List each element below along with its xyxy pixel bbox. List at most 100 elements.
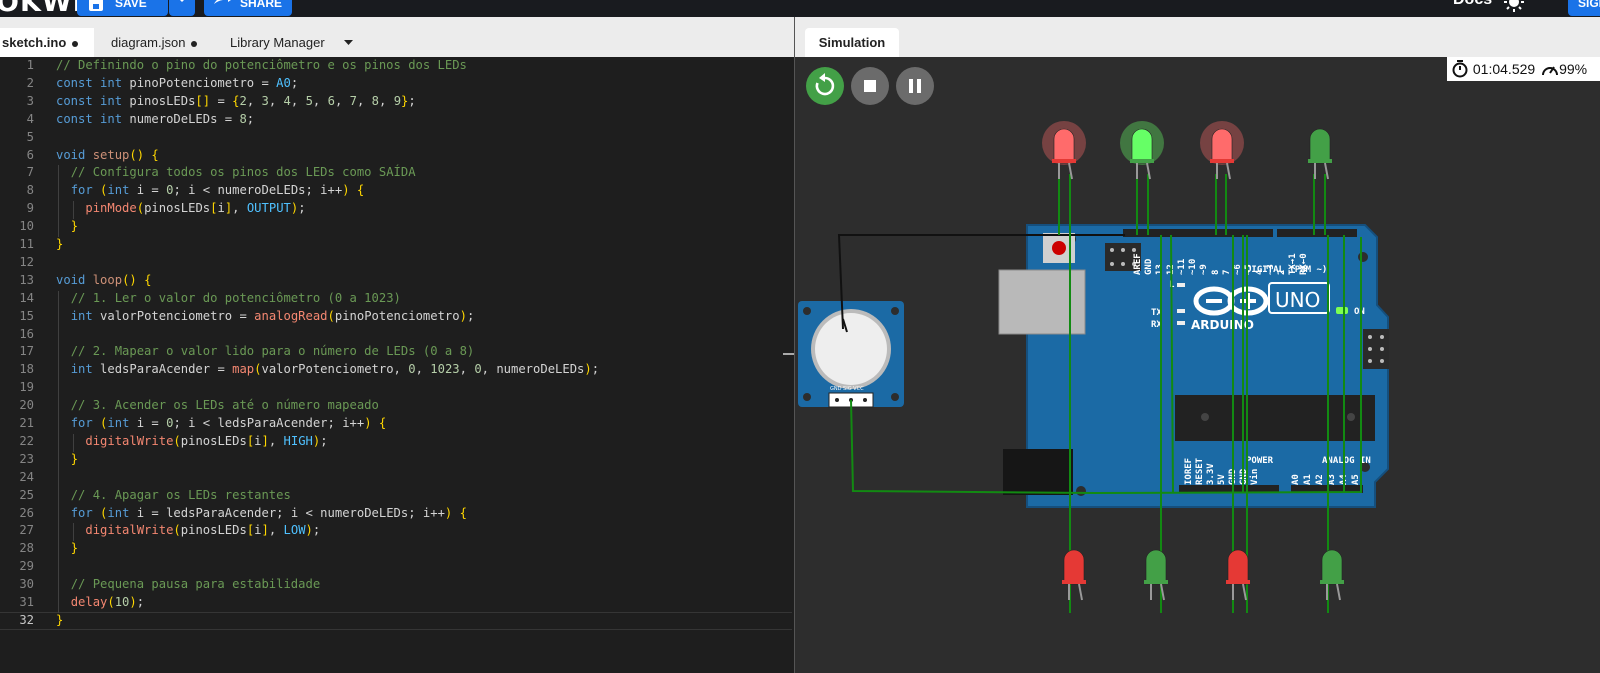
save-icon — [89, 0, 103, 11]
line-number: 32 — [19, 612, 34, 627]
line-number: 25 — [19, 487, 34, 502]
header-pin-label: ~10 — [1188, 259, 1198, 275]
wokwi-logo[interactable]: OKWI — [0, 0, 84, 17]
code-line[interactable]: } — [56, 541, 78, 555]
tabs-menu-chevron-down-icon[interactable] — [344, 40, 353, 45]
line-number: 11 — [19, 237, 34, 251]
code-line[interactable]: // 1. Ler o valor do potenciômetro (0 a … — [56, 291, 401, 305]
line-number: 22 — [19, 433, 34, 448]
code-line[interactable]: // Configura todos os pinos dos LEDs com… — [56, 165, 416, 179]
line-number: 3 — [26, 93, 34, 108]
code-line[interactable]: pinMode(pinosLEDs[i], OUTPUT); — [56, 201, 305, 215]
power-pin-label: RESET — [1195, 457, 1205, 485]
line-number: 31 — [19, 595, 34, 609]
code-line[interactable]: // Pequena pausa para estabilidade — [56, 577, 320, 591]
line-number: 16 — [19, 326, 34, 341]
line-number: 23 — [19, 451, 34, 466]
editor-tab-strip-top — [0, 17, 794, 28]
green-led[interactable] — [1320, 549, 1344, 601]
tab-simulation[interactable]: Simulation — [805, 28, 899, 57]
top-bar: OKWI SAVE SHARE Docs SIGN UP — [0, 0, 1600, 17]
potentiometer[interactable]: GND SIG VCC — [798, 301, 904, 408]
theme-toggle-sun-icon[interactable] — [1504, 0, 1524, 12]
digital-header-high — [1123, 229, 1273, 237]
code-line[interactable]: // Definindo o pino do potenciômetro e o… — [56, 58, 467, 72]
power-pin-label: Vin — [1249, 469, 1260, 485]
pot-pin-labels: GND SIG VCC — [830, 386, 864, 392]
digital-label: DIGITAL (PWM ~) — [1246, 265, 1327, 275]
code-line[interactable]: digitalWrite(pinosLEDs[i], HIGH); — [56, 434, 327, 448]
code-line[interactable]: const int pinosLEDs[] = {2, 3, 4, 5, 6, … — [56, 94, 416, 108]
line-number: 19 — [19, 380, 34, 395]
arduino-uno-board[interactable]: AREF GND 13 12 ~11 ~10 ~9 8 7 ~6 ~5 4 ~3 2 TX→1 RX←0 DI… — [998, 224, 1389, 508]
code-line[interactable]: } — [56, 613, 63, 627]
green-led[interactable] — [1144, 549, 1168, 601]
line-number: 26 — [19, 505, 34, 520]
save-options-button[interactable] — [169, 0, 195, 16]
uno-label: UNO — [1275, 288, 1320, 312]
power-label: POWER — [1246, 456, 1274, 466]
line-number: 30 — [19, 577, 34, 592]
circuit-diagram[interactable]: AREF GND 13 12 ~11 ~10 ~9 8 7 ~6 ~5 4 ~3 2 TX→1 RX←0 DI… — [795, 57, 1600, 673]
code-line[interactable]: const int pinoPotenciometro = A0; — [56, 76, 298, 90]
save-button[interactable]: SAVE — [77, 0, 168, 16]
docs-link[interactable]: Docs — [1453, 0, 1492, 9]
green-led[interactable] — [1120, 121, 1164, 180]
line-number: 17 — [19, 344, 34, 359]
code-line[interactable]: } — [56, 452, 78, 466]
code-line[interactable]: void loop() { — [56, 273, 151, 287]
tab-library-manager[interactable]: Library Manager — [230, 28, 325, 57]
scrollbar-marker[interactable] — [783, 353, 794, 355]
code-line[interactable]: // 2. Mapear o valor lido para o número … — [56, 344, 475, 358]
line-number: 7 — [26, 165, 34, 180]
analog-label: ANALOG IN — [1322, 456, 1371, 466]
simulation-tabs: Simulation — [795, 17, 1600, 57]
tab-label: sketch.ino — [2, 35, 67, 50]
tab-label: diagram.json — [111, 35, 186, 50]
simulation-canvas[interactable]: 01:04.529 99% AREF GND 13 12 ~11 ~10 ~9 8 7 ~6 ~5 4… — [795, 57, 1600, 673]
code-line[interactable]: } — [56, 237, 63, 251]
code-line[interactable]: int valorPotenciometro = analogRead(pino… — [56, 309, 475, 323]
code-line[interactable]: } — [56, 219, 78, 233]
reset-button-cap[interactable] — [1052, 241, 1066, 255]
code-line[interactable]: // 3. Acender os LEDs até o número mapea… — [56, 398, 379, 412]
power-pin-label: 3.3V — [1206, 463, 1216, 485]
line-number: 28 — [19, 541, 34, 556]
code-line[interactable]: void setup() { — [56, 148, 159, 162]
power-pin-label: IOREF — [1184, 458, 1194, 485]
code-line[interactable]: for (int i = 0; i < numeroDeLEDs; i++) { — [56, 183, 365, 197]
green-led[interactable] — [1308, 128, 1332, 180]
editor-tabs: sketch.ino diagram.json Library Manager — [0, 28, 794, 58]
usb-connector — [998, 269, 1086, 335]
code-line[interactable]: digitalWrite(pinosLEDs[i], LOW); — [56, 523, 320, 537]
header-pin-label: ~11 — [1177, 259, 1187, 275]
sign-up-button[interactable]: SIGN UP — [1568, 0, 1600, 16]
tab-diagram-json[interactable]: diagram.json — [111, 28, 198, 57]
code-line[interactable]: const int numeroDeLEDs = 8; — [56, 112, 254, 126]
code-line[interactable]: // 4. Apagar os LEDs restantes — [56, 488, 291, 502]
red-led[interactable] — [1042, 121, 1086, 180]
line-number: 21 — [19, 416, 34, 430]
code-editor[interactable]: 1 // Definindo o pino do potenciômetro e … — [0, 57, 794, 673]
line-number: 5 — [26, 129, 34, 144]
unsaved-dot-icon — [191, 40, 198, 47]
code-line[interactable]: delay(10); — [56, 595, 144, 609]
code-line[interactable]: for (int i = 0; i < ledsParaAcender; i++… — [56, 416, 387, 430]
line-number: 4 — [26, 111, 34, 126]
red-led[interactable] — [1200, 121, 1244, 180]
code-line[interactable]: int ledsParaAcender = map(valorPotenciom… — [56, 362, 599, 376]
tab-label: Library Manager — [230, 35, 325, 50]
header-pin-label: GND — [1144, 258, 1154, 275]
line-number: 24 — [19, 469, 34, 484]
red-led[interactable] — [1062, 549, 1086, 601]
current-line-highlight — [0, 611, 792, 630]
potentiometer-knob[interactable] — [815, 313, 887, 385]
analog-pin-label: A0 — [1291, 474, 1301, 485]
share-button[interactable]: SHARE — [204, 0, 292, 16]
header-pin-label: AREF — [1133, 253, 1143, 275]
analog-pin-label: A2 — [1315, 474, 1325, 485]
tab-sketch-ino[interactable]: sketch.ino — [0, 28, 94, 57]
line-number: 27 — [19, 523, 34, 538]
power-pin-label: 5V — [1217, 474, 1227, 485]
code-line[interactable]: for (int i = ledsParaAcender; i < numero… — [56, 506, 467, 520]
